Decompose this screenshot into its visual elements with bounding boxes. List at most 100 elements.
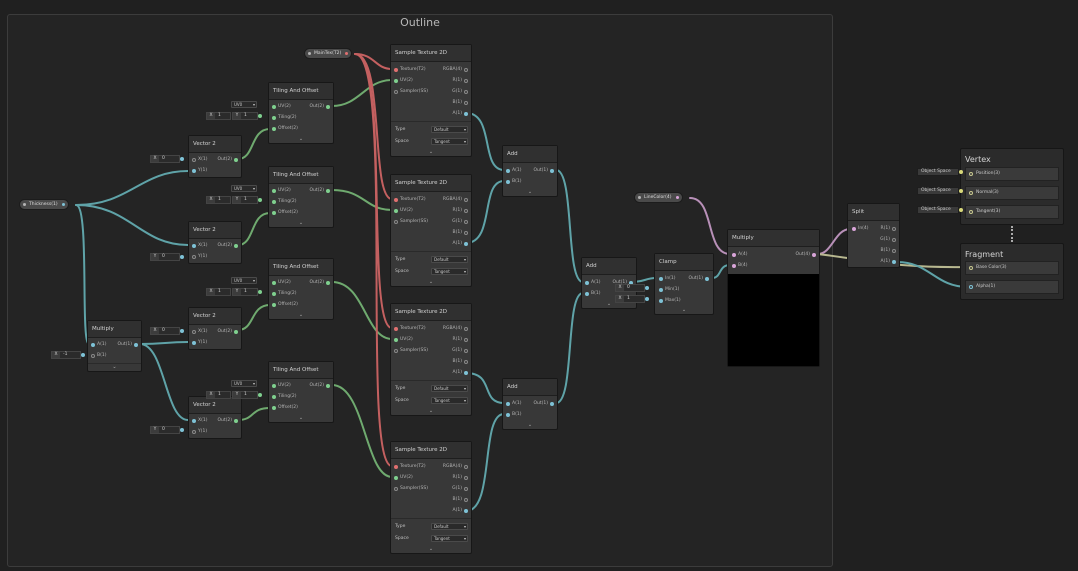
clamp-min-field[interactable]: X0 xyxy=(615,284,649,292)
output-port-icon[interactable] xyxy=(61,203,65,206)
tiling-x-field[interactable]: X1 xyxy=(206,112,231,120)
collapse-chevron-icon[interactable]: ⌄ xyxy=(391,279,471,286)
input-port-tiling[interactable]: Tiling(2) xyxy=(272,393,296,401)
uv-channel-dropdown[interactable]: UV0 xyxy=(231,101,257,108)
input-port-max[interactable]: Max(1) xyxy=(659,297,681,305)
input-port-b[interactable]: B(1) xyxy=(585,290,600,298)
input-port-y[interactable]: Y(1) xyxy=(192,167,207,175)
tiling-x-field[interactable]: X1 xyxy=(206,391,231,399)
vertex-context[interactable]: Vertex Position(3) Normal(3) Tangent(3) xyxy=(960,148,1064,225)
fragment-context[interactable]: Fragment Base Color(3) Alpha(1) xyxy=(960,243,1064,300)
output-port-r[interactable]: R(1) xyxy=(452,474,468,482)
output-port[interactable]: Out(1) xyxy=(533,167,554,175)
output-port[interactable]: Out(2) xyxy=(217,328,238,336)
output-port[interactable]: Out(4) xyxy=(795,251,816,259)
vector2-fixed-field[interactable]: X0 xyxy=(150,155,184,163)
position-space-tag[interactable]: Object Space xyxy=(917,168,963,176)
input-port-tiling[interactable]: Tiling(2) xyxy=(272,114,296,122)
space-dropdown[interactable]: Tangent xyxy=(431,268,468,275)
vertex-block-tangent[interactable]: Tangent(3) xyxy=(965,205,1059,219)
input-port-x[interactable]: X(1) xyxy=(192,328,207,336)
output-port[interactable]: Out(2) xyxy=(309,103,330,111)
output-port-g[interactable]: G(1) xyxy=(452,88,468,96)
input-port-a[interactable]: A(1) xyxy=(506,400,521,408)
type-dropdown[interactable]: Default xyxy=(431,256,468,263)
collapse-chevron-icon[interactable]: ⌄ xyxy=(269,136,333,143)
uv-channel-dropdown[interactable]: UV0 xyxy=(231,380,257,387)
output-port[interactable]: Out(2) xyxy=(309,279,330,287)
input-port-texture[interactable]: Texture(T2) xyxy=(394,196,426,204)
input-port-sampler[interactable]: Sampler(SS) xyxy=(394,485,428,493)
input-port-y[interactable]: Y(1) xyxy=(192,339,207,347)
output-port-a[interactable]: A(1) xyxy=(453,369,468,377)
tiling-offset-node[interactable]: Tiling And Offset UV(2) Tiling(2) Offset… xyxy=(268,166,334,228)
outline-color-property[interactable]: LineColor(4) xyxy=(634,192,683,203)
fragment-block-alpha[interactable]: Alpha(1) xyxy=(965,280,1059,294)
input-port-a[interactable]: A(1) xyxy=(91,341,106,349)
collapse-chevron-icon[interactable]: ⌄ xyxy=(391,546,471,553)
input-port-uv[interactable]: UV(2) xyxy=(394,336,413,344)
input-port-texture[interactable]: Texture(T2) xyxy=(394,66,426,74)
add-node[interactable]: Add A(1) B(1) Out(1) ⌄ xyxy=(502,145,558,197)
clamp-node[interactable]: Clamp In(1) Min(1) Max(1) Out(1) ⌄ xyxy=(654,253,714,315)
vector2-fixed-field[interactable]: X0 xyxy=(150,327,184,335)
input-port-offset[interactable]: Offset(2) xyxy=(272,404,298,412)
input-port-y[interactable]: Y(1) xyxy=(192,428,207,436)
input-port-uv[interactable]: UV(2) xyxy=(272,103,291,111)
input-port-sampler[interactable]: Sampler(SS) xyxy=(394,218,428,226)
input-port-texture[interactable]: Texture(T2) xyxy=(394,463,426,471)
input-port-a[interactable]: A(4) xyxy=(732,251,747,259)
tiling-x-field[interactable]: X1 xyxy=(206,288,231,296)
output-port-b[interactable]: B(1) xyxy=(453,99,468,107)
split-node[interactable]: Split In(4) R(1) G(1) B(1) A(1) xyxy=(847,203,900,268)
clamp-max-field[interactable]: X1 xyxy=(615,295,649,303)
input-port-uv[interactable]: UV(2) xyxy=(272,187,291,195)
output-port-rgba[interactable]: RGBA(4) xyxy=(443,196,468,204)
tiling-offset-node[interactable]: Tiling And Offset UV(2) Tiling(2) Offset… xyxy=(268,361,334,423)
output-port[interactable]: Out(1) xyxy=(117,341,138,349)
input-port-offset[interactable]: Offset(2) xyxy=(272,209,298,217)
uv-channel-dropdown[interactable]: UV0 xyxy=(231,277,257,284)
vector2-fixed-field[interactable]: Y0 xyxy=(150,253,184,261)
output-port-b[interactable]: B(1) xyxy=(881,247,896,255)
output-port[interactable]: Out(2) xyxy=(217,417,238,425)
multiply-b-field[interactable]: X -1 xyxy=(51,351,85,359)
space-dropdown[interactable]: Tangent xyxy=(431,397,468,404)
output-port-a[interactable]: A(1) xyxy=(453,110,468,118)
input-port-in[interactable]: In(1) xyxy=(659,275,676,283)
tiling-offset-node[interactable]: Tiling And Offset UV(2) Tiling(2) Offset… xyxy=(268,82,334,144)
output-port[interactable]: Out(2) xyxy=(309,382,330,390)
output-port-g[interactable]: G(1) xyxy=(880,236,896,244)
tiling-x-field[interactable]: X1 xyxy=(206,196,231,204)
input-port-y[interactable]: Y(1) xyxy=(192,253,207,261)
add-node[interactable]: Add A(1) B(1) Out(1) ⌄ xyxy=(502,378,558,430)
tiling-y-field[interactable]: Y1 xyxy=(232,288,262,296)
output-port-a[interactable]: A(1) xyxy=(881,258,896,266)
collapse-chevron-icon[interactable]: ⌄ xyxy=(391,408,471,415)
output-port-r[interactable]: R(1) xyxy=(880,225,896,233)
vector2-node[interactable]: Vector 2 X(1) Y(1) Out(2) xyxy=(188,135,242,178)
input-port-tiling[interactable]: Tiling(2) xyxy=(272,198,296,206)
output-port-r[interactable]: R(1) xyxy=(452,336,468,344)
collapse-chevron-icon[interactable]: ⌄ xyxy=(503,189,557,196)
input-port-in[interactable]: In(4) xyxy=(852,225,869,233)
input-port-uv[interactable]: UV(2) xyxy=(394,474,413,482)
collapse-chevron-icon[interactable]: ⌄ xyxy=(269,220,333,227)
output-port-a[interactable]: A(1) xyxy=(453,507,468,515)
input-port-b[interactable]: B(1) xyxy=(91,352,106,360)
vertex-block-normal[interactable]: Normal(3) xyxy=(965,186,1059,200)
tiling-y-field[interactable]: Y1 xyxy=(232,196,262,204)
input-port-sampler[interactable]: Sampler(SS) xyxy=(394,88,428,96)
collapse-chevron-icon[interactable]: ⌄ xyxy=(269,312,333,319)
input-port-x[interactable]: X(1) xyxy=(192,156,207,164)
output-port-r[interactable]: R(1) xyxy=(452,207,468,215)
vector2-node[interactable]: Vector 2 X(1) Y(1) Out(2) xyxy=(188,396,242,439)
output-port-b[interactable]: B(1) xyxy=(453,496,468,504)
input-port-offset[interactable]: Offset(2) xyxy=(272,301,298,309)
output-port-rgba[interactable]: RGBA(4) xyxy=(443,66,468,74)
output-port-g[interactable]: G(1) xyxy=(452,347,468,355)
output-port-b[interactable]: B(1) xyxy=(453,229,468,237)
input-port-tiling[interactable]: Tiling(2) xyxy=(272,290,296,298)
maintex-property[interactable]: MainTex(T2) xyxy=(304,48,353,59)
output-port[interactable]: Out(1) xyxy=(533,400,554,408)
